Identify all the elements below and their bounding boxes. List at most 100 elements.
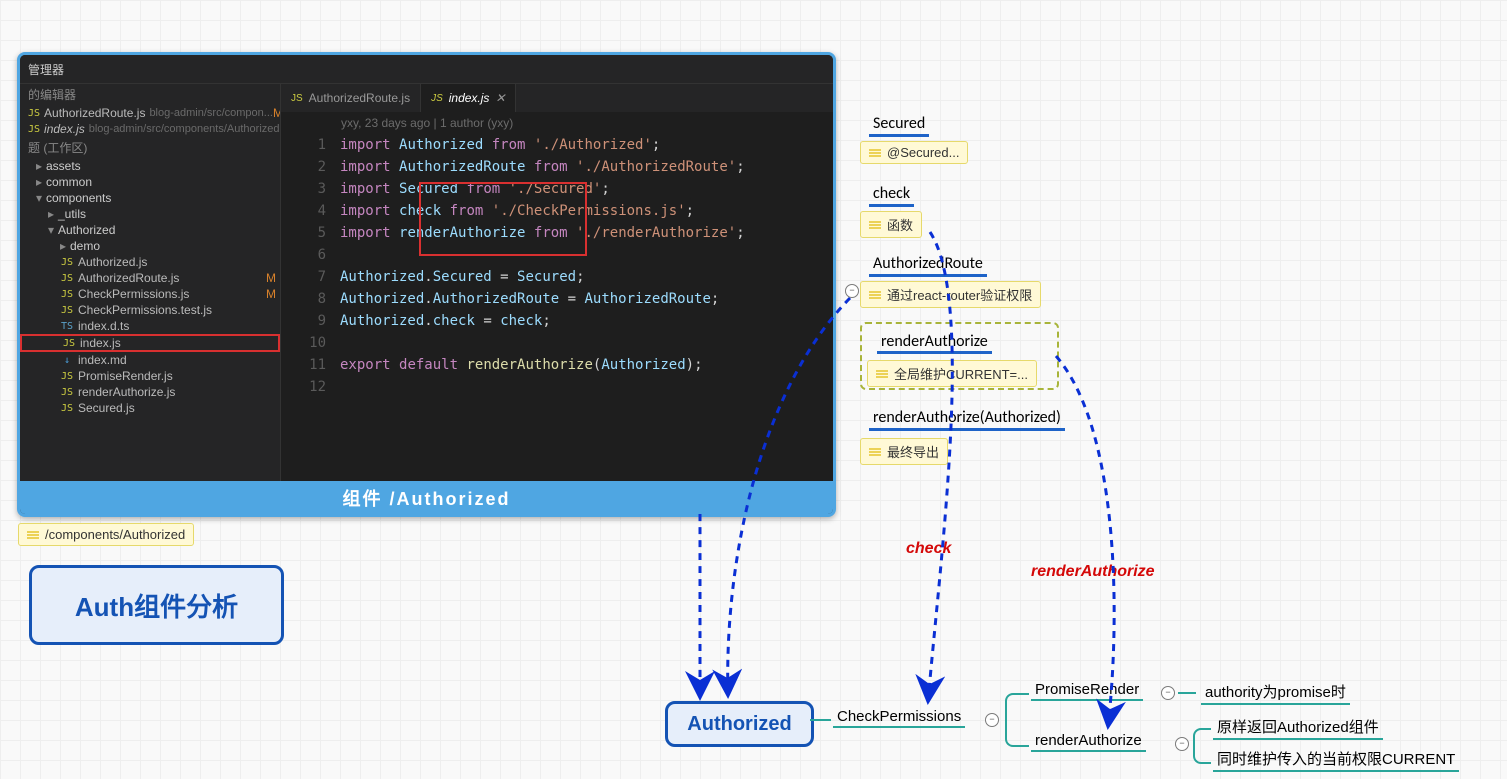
code-line: 9Authorized.check = check; xyxy=(281,310,833,332)
editor-tabs: JSAuthorizedRoute.jsJSindex.js✕ xyxy=(281,84,833,112)
leaf-promiserender-text: PromiseRender xyxy=(1035,681,1139,698)
screenshot-caption: 组件 /Authorized xyxy=(20,481,833,514)
modified-badge: M xyxy=(266,271,276,285)
line-number: 9 xyxy=(281,310,340,332)
code-src: Authorized.check = check; xyxy=(340,310,833,332)
file-item[interactable]: ↓index.md xyxy=(20,352,280,368)
map-title-renderauth-call: renderAuthorize(Authorized) xyxy=(869,408,1065,431)
close-icon[interactable]: ✕ xyxy=(495,91,505,105)
folder-item[interactable]: ▸common xyxy=(20,174,280,190)
note-authroute: 通过react-router验证权限 xyxy=(860,281,1041,308)
note-renderauth-call-text: 最终导出 xyxy=(887,442,939,461)
file-item[interactable]: JSindex.js xyxy=(20,334,280,352)
file-icon: JS xyxy=(28,124,40,135)
note-path-text: /components/Authorized xyxy=(45,527,185,542)
editor-tab[interactable]: JSAuthorizedRoute.js xyxy=(281,84,421,112)
file-icon: ↓ xyxy=(60,355,74,366)
file-item[interactable]: JSSecured.js xyxy=(20,400,280,416)
code-line: 6 xyxy=(281,244,833,266)
chevron-icon: ▸ xyxy=(36,175,46,189)
code-line: 3import Secured from './Secured'; xyxy=(281,178,833,200)
note-icon xyxy=(869,149,881,157)
note-secured: @Secured... xyxy=(860,141,968,164)
note-secured-text: @Secured... xyxy=(887,145,959,160)
folder-item[interactable]: ▾components xyxy=(20,190,280,206)
folder-name: assets xyxy=(46,159,81,173)
arrow-label-renderauthorize: renderAuthorize xyxy=(1031,563,1155,581)
tab-label: AuthorizedRoute.js xyxy=(309,91,410,105)
note-authroute-text: 通过react-router验证权限 xyxy=(887,285,1032,304)
code-line: 8Authorized.AuthorizedRoute = Authorized… xyxy=(281,288,833,310)
map-title-secured: Secured xyxy=(869,114,929,137)
expander-icon[interactable]: − xyxy=(1161,686,1175,700)
file-name: CheckPermissions.js xyxy=(78,287,189,301)
file-item[interactable]: JS AuthorizedRoute.js M xyxy=(20,270,280,286)
file-item[interactable]: JSAuthorized.js xyxy=(20,254,280,270)
code-src: Authorized.AuthorizedRoute = AuthorizedR… xyxy=(340,288,833,310)
file-item[interactable]: JSrenderAuthorize.js xyxy=(20,384,280,400)
file-item[interactable]: TSindex.d.ts xyxy=(20,318,280,334)
code-src: Authorized.Secured = Secured; xyxy=(340,266,833,288)
note-renderauthorize-text: 全局维护CURRENT=... xyxy=(894,364,1028,383)
authorized-node: Authorized xyxy=(665,701,814,747)
note-renderauthorize: 全局维护CURRENT=... xyxy=(867,360,1037,387)
open-editor-item[interactable]: JSindex.jsblog-admin/src/components/Auth… xyxy=(20,121,280,137)
file-item[interactable]: JSCheckPermissions.jsM xyxy=(20,286,280,302)
leaf-renderauth-d1: 原样返回Authorized组件 xyxy=(1213,715,1383,740)
folder-name: common xyxy=(46,175,92,189)
folder-name: _utils xyxy=(58,207,86,221)
code-src: import check from './CheckPermissions.js… xyxy=(340,200,833,222)
folder-item[interactable]: ▾Authorized xyxy=(20,222,280,238)
folder-item[interactable]: ▸demo xyxy=(20,238,280,254)
file-name: AuthorizedRoute.js xyxy=(78,271,179,285)
file-icon: JS xyxy=(60,257,74,268)
note-check: 函数 xyxy=(860,211,922,238)
code-src xyxy=(340,244,833,266)
file-icon: TS xyxy=(60,321,74,332)
line-number: 2 xyxy=(281,156,340,178)
leaf-checkpermissions-text: CheckPermissions xyxy=(837,708,961,725)
note-icon xyxy=(27,531,39,539)
note-check-text: 函数 xyxy=(887,215,913,234)
tab-label: index.js xyxy=(449,91,490,105)
connector-line xyxy=(1178,692,1196,694)
folder-name: components xyxy=(46,191,111,205)
map-title-renderauthorize: renderAuthorize xyxy=(877,332,992,354)
expander-icon[interactable]: − xyxy=(845,284,859,298)
line-number: 10 xyxy=(281,332,340,354)
editor-tab[interactable]: JSindex.js✕ xyxy=(421,84,516,112)
line-number: 7 xyxy=(281,266,340,288)
map-title-authroute: AuthorizedRoute xyxy=(869,254,987,277)
folder-name: Authorized xyxy=(58,223,115,237)
folder-item[interactable]: ▸assets xyxy=(20,158,280,174)
note-icon xyxy=(869,448,881,456)
file-name: PromiseRender.js xyxy=(78,369,173,383)
open-editor-item[interactable]: JSAuthorizedRoute.jsblog-admin/src/compo… xyxy=(20,105,280,121)
modified-badge: M xyxy=(266,287,276,301)
arrow-label-check: check xyxy=(906,540,951,558)
leaf-promiserender-detail: authority为promise时 xyxy=(1201,680,1350,705)
code-src xyxy=(340,376,833,398)
expander-icon[interactable]: − xyxy=(1175,737,1189,751)
note-icon xyxy=(869,221,881,229)
file-name: index.js xyxy=(80,336,121,350)
code-line: 5import renderAuthorize from './renderAu… xyxy=(281,222,833,244)
file-name: renderAuthorize.js xyxy=(78,385,175,399)
line-number: 5 xyxy=(281,222,340,244)
line-number: 6 xyxy=(281,244,340,266)
chevron-icon: ▸ xyxy=(36,159,46,173)
expander-icon[interactable]: − xyxy=(985,713,999,727)
folder-item[interactable]: ▸_utils xyxy=(20,206,280,222)
code-editor: 1import Authorized from './Authorized';2… xyxy=(281,132,833,404)
line-number: 3 xyxy=(281,178,340,200)
code-src: import AuthorizedRoute from './Authorize… xyxy=(340,156,833,178)
file-item[interactable]: JSCheckPermissions.test.js xyxy=(20,302,280,318)
file-tree: ▸assets▸common▾components▸_utils▾Authori… xyxy=(20,158,280,416)
file-icon: JS xyxy=(60,273,74,284)
file-icon: JS xyxy=(28,108,40,119)
file-item[interactable]: JSPromiseRender.js xyxy=(20,368,280,384)
code-line: 1import Authorized from './Authorized'; xyxy=(281,134,833,156)
auth-analysis-title: Auth组件分析 xyxy=(29,565,284,645)
folder-name: demo xyxy=(70,239,100,253)
fork-connector xyxy=(1005,693,1029,747)
